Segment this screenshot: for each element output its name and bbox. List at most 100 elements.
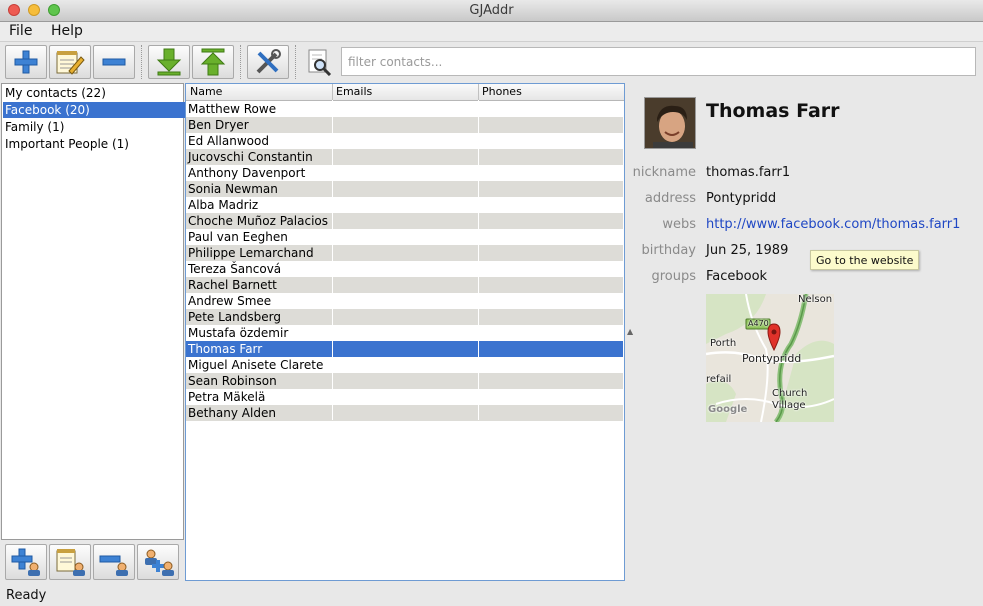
cell-name: Rachel Barnett bbox=[188, 278, 277, 292]
cell-emails bbox=[333, 357, 480, 373]
table-row[interactable]: Anthony Davenport bbox=[186, 165, 623, 181]
manage-group-members-button[interactable] bbox=[137, 544, 179, 580]
column-header-emails[interactable]: Emails bbox=[336, 85, 372, 98]
table-row[interactable]: Paul van Eeghen bbox=[186, 229, 623, 245]
cell-phones bbox=[479, 357, 625, 373]
group-item-important-people[interactable]: Important People (1) bbox=[3, 136, 185, 152]
group-item-family[interactable]: Family (1) bbox=[3, 119, 185, 135]
filter-contacts-input[interactable] bbox=[341, 47, 976, 76]
cell-emails bbox=[333, 229, 480, 245]
table-row[interactable]: Sean Robinson bbox=[186, 373, 623, 389]
cell-name: Thomas Farr bbox=[188, 342, 263, 356]
notepad-pencil-icon bbox=[56, 51, 85, 75]
table-row[interactable]: Jucovschi Constantin bbox=[186, 149, 623, 165]
remove-contact-button[interactable] bbox=[93, 45, 135, 79]
table-row[interactable]: Choche Muñoz Palacios bbox=[186, 213, 623, 229]
remove-group-icon bbox=[99, 555, 128, 576]
table-row[interactable]: Sonia Newman bbox=[186, 181, 623, 197]
cell-name: Sonia Newman bbox=[188, 182, 278, 196]
groups-value: Facebook bbox=[706, 269, 768, 284]
table-row[interactable]: Philippe Lemarchand bbox=[186, 245, 623, 261]
nickname-value: thomas.farr1 bbox=[706, 165, 791, 180]
add-contact-button[interactable] bbox=[5, 45, 47, 79]
table-row[interactable]: Ben Dryer bbox=[186, 117, 623, 133]
cell-emails bbox=[333, 197, 480, 213]
cell-name: Philippe Lemarchand bbox=[188, 246, 314, 260]
cell-emails bbox=[333, 213, 480, 229]
table-row[interactable]: Alba Madriz bbox=[186, 197, 623, 213]
add-group-button[interactable] bbox=[5, 544, 47, 580]
cell-name: Anthony Davenport bbox=[188, 166, 306, 180]
webs-label: webs bbox=[662, 217, 696, 232]
map-google-logo: Google bbox=[708, 404, 748, 415]
search-icon bbox=[304, 47, 334, 77]
table-row[interactable]: Andrew Smee bbox=[186, 293, 623, 309]
table-row[interactable]: Petra Mäkelä bbox=[186, 389, 623, 405]
table-row[interactable]: Bethany Alden bbox=[186, 405, 623, 421]
table-row[interactable]: Thomas Farr bbox=[186, 341, 623, 357]
export-button[interactable] bbox=[192, 45, 234, 79]
menu-help[interactable]: Help bbox=[51, 23, 83, 39]
menu-file[interactable]: File bbox=[9, 23, 32, 39]
address-value: Pontypridd bbox=[706, 191, 777, 206]
cell-phones bbox=[479, 149, 625, 165]
table-row[interactable]: Mustafa özdemir bbox=[186, 325, 623, 341]
plus-icon bbox=[14, 50, 38, 74]
cell-emails bbox=[333, 181, 480, 197]
contact-avatar bbox=[644, 97, 696, 149]
column-header-name[interactable]: Name bbox=[190, 85, 222, 98]
nickname-label: nickname bbox=[632, 165, 696, 180]
group-item-facebook[interactable]: Facebook (20) bbox=[3, 102, 185, 118]
cell-emails bbox=[333, 117, 480, 133]
birthday-value: Jun 25, 1989 bbox=[706, 243, 789, 258]
group-members-icon bbox=[145, 549, 174, 576]
edit-group-button[interactable] bbox=[49, 544, 91, 580]
table-row[interactable]: Matthew Rowe bbox=[186, 101, 623, 117]
website-link[interactable]: http://www.facebook.com/thomas.farr1 bbox=[706, 217, 960, 232]
settings-button[interactable] bbox=[247, 45, 289, 79]
table-row[interactable]: Tereza Šancová bbox=[186, 261, 623, 277]
cell-name: Pete Landsberg bbox=[188, 310, 281, 324]
table-row[interactable]: Miguel Anisete Clarete bbox=[186, 357, 623, 373]
column-divider bbox=[332, 100, 333, 420]
contacts-table[interactable]: Name Emails Phones Matthew Rowe Ben Dryer… bbox=[185, 83, 625, 581]
table-row[interactable]: Rachel Barnett bbox=[186, 277, 623, 293]
split-pane-handle[interactable]: ▲ bbox=[627, 327, 633, 336]
groups-list[interactable]: My contacts (22) Facebook (20) Family (1… bbox=[1, 83, 185, 540]
cell-name: Ben Dryer bbox=[188, 118, 249, 132]
cell-phones bbox=[479, 117, 625, 133]
cell-emails bbox=[333, 325, 480, 341]
groups-label: groups bbox=[651, 269, 696, 284]
map-label-pontypridd: Pontypridd bbox=[742, 352, 802, 365]
edit-contact-button[interactable] bbox=[49, 45, 91, 79]
map-label-nelson: Nelson bbox=[798, 294, 833, 305]
menu-bar: File Help bbox=[0, 22, 983, 42]
status-bar: Ready bbox=[6, 588, 47, 603]
cell-phones bbox=[479, 341, 625, 357]
cell-emails bbox=[333, 101, 480, 117]
table-row[interactable]: Pete Landsberg bbox=[186, 309, 623, 325]
column-header-phones[interactable]: Phones bbox=[482, 85, 522, 98]
minus-icon bbox=[102, 58, 126, 66]
toolbar-separator bbox=[240, 45, 243, 79]
table-header: Name Emails Phones bbox=[186, 84, 624, 101]
cell-phones bbox=[479, 101, 625, 117]
address-label: address bbox=[644, 191, 696, 206]
cell-emails bbox=[333, 149, 480, 165]
map-label-porth: Porth bbox=[710, 338, 737, 349]
cell-emails bbox=[333, 277, 480, 293]
cell-name: Jucovschi Constantin bbox=[188, 150, 313, 164]
title-bar: GJAddr bbox=[0, 0, 983, 22]
cell-name: Tereza Šancová bbox=[188, 262, 282, 276]
remove-group-button[interactable] bbox=[93, 544, 135, 580]
toolbar-separator bbox=[295, 45, 298, 79]
group-item-my-contacts[interactable]: My contacts (22) bbox=[3, 85, 185, 101]
table-row[interactable]: Ed Allanwood bbox=[186, 133, 623, 149]
tooltip: Go to the website bbox=[810, 250, 920, 270]
import-button[interactable] bbox=[148, 45, 190, 79]
cell-phones bbox=[479, 309, 625, 325]
location-map[interactable]: Nelson A470 Porth Pontypridd refail Chur… bbox=[706, 294, 834, 422]
cell-emails bbox=[333, 309, 480, 325]
cell-emails bbox=[333, 389, 480, 405]
map-label-road: A470 bbox=[748, 319, 769, 328]
